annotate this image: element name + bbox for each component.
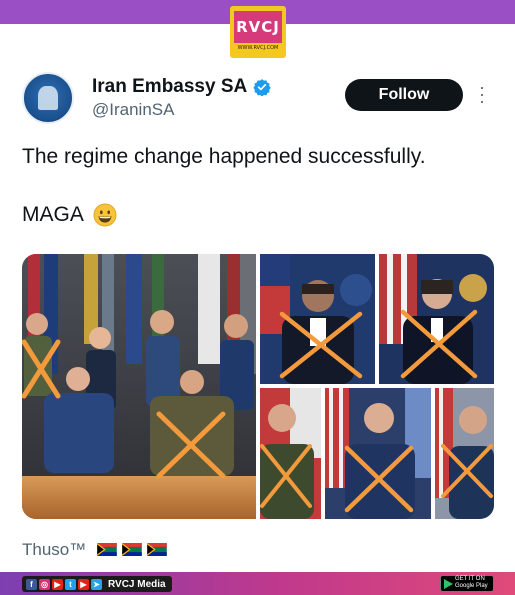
media-photo-portrait-4[interactable] xyxy=(325,388,431,519)
grinning-face-icon xyxy=(93,203,117,227)
reply-text: Thuso™ xyxy=(22,540,87,559)
avatar[interactable] xyxy=(22,72,74,124)
google-play-icon xyxy=(444,579,453,589)
media-photo-portrait-1[interactable] xyxy=(260,254,375,384)
media-photo-portrait-3[interactable] xyxy=(260,388,321,519)
rvcj-logo: RVCJ WWW.RVCJ.COM xyxy=(230,6,286,58)
bottom-banner: f ◎ ▶ t ▶ ➤ RVCJ Media GET IT ON Google … xyxy=(0,572,515,595)
youtube-icon[interactable]: ▶ xyxy=(52,578,63,590)
follow-button[interactable]: Follow xyxy=(345,79,463,111)
telegram-icon[interactable]: ➤ xyxy=(91,578,102,590)
tweet-text: The regime change happened successfully. xyxy=(22,145,426,168)
instagram-icon[interactable]: ◎ xyxy=(39,578,50,590)
more-options-icon[interactable]: · · · xyxy=(478,78,486,110)
media-photo-portrait-5[interactable] xyxy=(435,388,494,519)
account-handle[interactable]: @IraninSA xyxy=(92,100,174,120)
verified-badge-icon xyxy=(253,79,271,96)
facebook-icon[interactable]: f xyxy=(26,578,37,590)
store-caption: GET IT ON xyxy=(455,576,485,582)
footer-brand: RVCJ Media xyxy=(108,578,166,590)
media-grid[interactable] xyxy=(22,254,494,519)
south-africa-flag-icon xyxy=(97,543,117,556)
store-name: Google Play xyxy=(455,583,488,589)
social-links: f ◎ ▶ t ▶ ➤ RVCJ Media xyxy=(22,576,172,592)
media-photo-portrait-2[interactable] xyxy=(379,254,494,384)
twitter-icon[interactable]: t xyxy=(65,578,76,590)
logo-url-text: WWW.RVCJ.COM xyxy=(237,45,279,51)
display-name[interactable]: Iran Embassy SA xyxy=(92,76,247,98)
media-photo-group[interactable] xyxy=(22,254,256,519)
emblem-icon xyxy=(38,86,58,110)
south-africa-flag-icon xyxy=(122,543,142,556)
tweet-tag: MAGA xyxy=(22,203,84,226)
logo-brand-text: RVCJ xyxy=(234,11,282,43)
google-play-badge[interactable]: GET IT ON Google Play xyxy=(440,575,494,592)
youtube-icon[interactable]: ▶ xyxy=(78,578,89,590)
south-africa-flag-icon xyxy=(147,543,167,556)
